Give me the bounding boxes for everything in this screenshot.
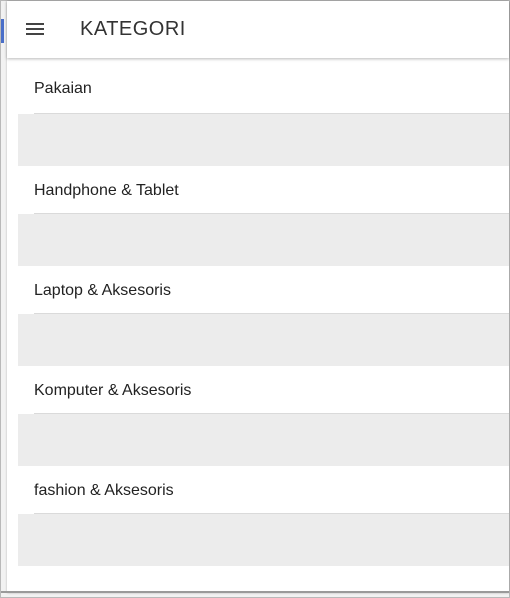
page-title: KATEGORI	[80, 18, 186, 40]
category-label: fashion & Aksesoris	[34, 482, 174, 499]
app-bar: KATEGORI	[7, 1, 509, 58]
divider	[34, 313, 509, 314]
divider	[34, 413, 509, 414]
category-spacer	[18, 314, 509, 366]
category-item-fashion-aksesoris[interactable]: fashion & Aksesoris	[18, 466, 509, 514]
category-label: Pakaian	[34, 80, 92, 97]
category-label: Komputer & Aksesoris	[34, 382, 192, 399]
divider	[34, 113, 509, 114]
category-item-komputer-aksesoris[interactable]: Komputer & Aksesoris	[18, 366, 509, 414]
divider	[34, 513, 509, 514]
category-spacer	[18, 114, 509, 166]
app-window: KATEGORI Pakaian Handphone & Tablet Lapt…	[0, 0, 510, 598]
left-edge-accent	[1, 19, 4, 43]
category-list: Pakaian Handphone & Tablet Laptop & Akse…	[18, 61, 509, 566]
category-spacer	[18, 514, 509, 566]
category-spacer	[18, 414, 509, 466]
category-item-laptop-aksesoris[interactable]: Laptop & Aksesoris	[18, 266, 509, 314]
bottom-border	[1, 591, 509, 593]
category-item-pakaian[interactable]: Pakaian	[18, 61, 509, 114]
category-panel: KATEGORI Pakaian Handphone & Tablet Lapt…	[7, 1, 509, 593]
divider	[34, 213, 509, 214]
category-spacer	[18, 214, 509, 266]
category-label: Laptop & Aksesoris	[34, 282, 171, 299]
category-item-handphone-tablet[interactable]: Handphone & Tablet	[18, 166, 509, 214]
hamburger-menu-icon[interactable]	[23, 16, 49, 42]
category-label: Handphone & Tablet	[34, 182, 179, 199]
